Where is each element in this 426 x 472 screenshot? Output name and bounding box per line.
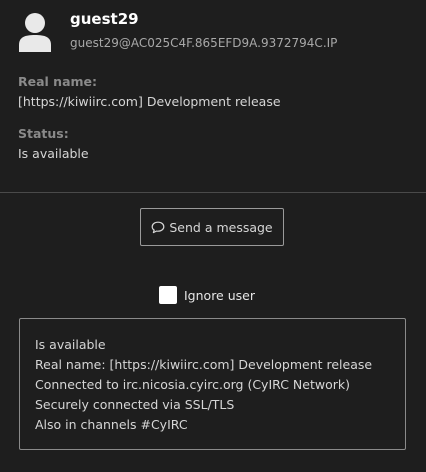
send-message-button[interactable]: Send a message	[140, 208, 284, 246]
section-divider	[0, 192, 426, 193]
speech-bubble-icon	[151, 221, 165, 233]
user-avatar-icon	[19, 13, 51, 52]
whois-info-box: Is available Real name: [https://kiwiirc…	[19, 318, 406, 450]
realname-label: Real name:	[18, 74, 98, 89]
whois-line: Securely connected via SSL/TLS	[35, 397, 235, 412]
send-message-label: Send a message	[169, 219, 273, 235]
whois-line: Connected to irc.nicosia.cyirc.org (CyIR…	[35, 377, 350, 392]
ignore-user-row[interactable]: Ignore user	[159, 285, 255, 305]
whois-line: Is available	[35, 337, 106, 352]
whois-line: Real name: [https://kiwiirc.com] Develop…	[35, 357, 373, 372]
status-value: Is available	[18, 146, 89, 161]
realname-value: [https://kiwiirc.com] Development releas…	[18, 94, 281, 109]
user-nick: guest29	[70, 10, 139, 28]
status-label: Status:	[18, 126, 69, 141]
user-header: guest29 guest29@AC025C4F.865EFD9A.937279…	[18, 10, 418, 56]
ignore-user-label[interactable]: Ignore user	[184, 288, 255, 303]
whois-line: Also in channels #CyIRC	[35, 417, 188, 432]
ignore-user-checkbox[interactable]	[159, 286, 177, 304]
user-hostmask: guest29@AC025C4F.865EFD9A.9372794C.IP	[70, 36, 338, 50]
